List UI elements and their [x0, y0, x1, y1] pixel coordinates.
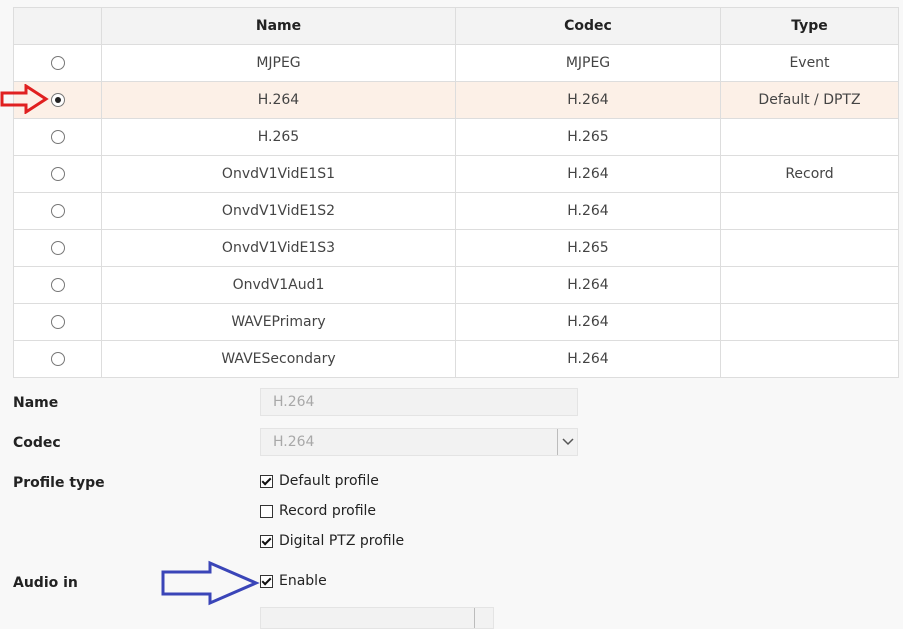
table-row[interactable]: OnvdV1VidE1S3 H.265	[13, 229, 899, 267]
record-profile-checkbox[interactable]	[260, 504, 273, 518]
digital-ptz-profile-checkbox[interactable]	[260, 534, 273, 548]
row-name: OnvdV1VidE1S1	[101, 155, 456, 193]
row-name: H.264	[101, 81, 456, 119]
type-column-header: Type	[720, 7, 899, 45]
stream-profiles-table: Name Codec Type MJPEG MJPEG Event H.264 …	[13, 7, 899, 378]
codec-column-header: Codec	[455, 7, 721, 45]
row-name: OnvdV1VidE1S3	[101, 229, 456, 267]
chevron-down-icon[interactable]	[557, 429, 577, 455]
table-row[interactable]: MJPEG MJPEG Event	[13, 44, 899, 82]
row-name: OnvdV1Aud1	[101, 266, 456, 304]
row-radio-cell[interactable]	[13, 266, 102, 304]
row-radio[interactable]	[50, 241, 65, 255]
codec-select-value: H.264	[273, 434, 315, 450]
select-column-header	[13, 7, 102, 45]
table-header-row: Name Codec Type	[13, 7, 899, 45]
row-name: WAVEPrimary	[101, 303, 456, 341]
row-type	[720, 192, 899, 230]
row-radio[interactable]	[50, 278, 65, 292]
row-codec: H.265	[455, 118, 721, 156]
row-radio[interactable]	[50, 315, 65, 329]
row-codec: H.265	[455, 229, 721, 267]
table-row[interactable]: WAVESecondary H.264	[13, 340, 899, 378]
codec-label: Codec	[13, 435, 61, 451]
row-codec: H.264	[455, 192, 721, 230]
default-profile-option[interactable]: Default profile	[260, 473, 379, 489]
default-profile-checkbox[interactable]	[260, 474, 273, 488]
chevron-down-icon[interactable]	[474, 608, 493, 628]
record-profile-option[interactable]: Record profile	[260, 503, 376, 519]
table-row[interactable]: H.265 H.265	[13, 118, 899, 156]
row-codec: H.264	[455, 155, 721, 193]
right-arrow-icon	[0, 84, 49, 114]
audio-enable-option[interactable]: Enable	[260, 573, 327, 589]
row-type	[720, 266, 899, 304]
row-radio-cell[interactable]	[13, 192, 102, 230]
row-type	[720, 118, 899, 156]
table-row[interactable]: OnvdV1VidE1S1 H.264 Record	[13, 155, 899, 193]
row-radio[interactable]	[50, 204, 65, 218]
row-radio[interactable]	[50, 130, 65, 144]
table-row[interactable]: OnvdV1Aud1 H.264	[13, 266, 899, 304]
row-type: Event	[720, 44, 899, 82]
table-row[interactable]: WAVEPrimary H.264	[13, 303, 899, 341]
row-codec: MJPEG	[455, 44, 721, 82]
row-radio[interactable]	[50, 167, 65, 181]
audio-enable-checkbox[interactable]	[260, 574, 273, 588]
table-row[interactable]: OnvdV1VidE1S2 H.264	[13, 192, 899, 230]
record-profile-label: Record profile	[279, 503, 377, 519]
digital-ptz-profile-option[interactable]: Digital PTZ profile	[260, 533, 404, 549]
default-profile-label: Default profile	[279, 473, 379, 489]
row-type	[720, 303, 899, 341]
row-name: OnvdV1VidE1S2	[101, 192, 456, 230]
row-type: Default / DPTZ	[720, 81, 899, 119]
right-arrow-icon	[161, 560, 260, 606]
row-radio-cell[interactable]	[13, 303, 102, 341]
row-radio-cell[interactable]	[13, 118, 102, 156]
profile-type-label: Profile type	[13, 475, 105, 491]
digital-ptz-profile-label: Digital PTZ profile	[279, 533, 405, 549]
row-radio[interactable]	[50, 352, 65, 366]
audio-source-select[interactable]	[260, 607, 494, 629]
codec-select[interactable]: H.264	[260, 428, 578, 456]
name-label: Name	[13, 395, 59, 411]
row-type	[720, 340, 899, 378]
row-radio-cell[interactable]	[13, 340, 102, 378]
audio-enable-label: Enable	[279, 573, 327, 589]
row-type	[720, 229, 899, 267]
row-radio-cell[interactable]	[13, 155, 102, 193]
row-type: Record	[720, 155, 899, 193]
row-name: MJPEG	[101, 44, 456, 82]
table-row-selected[interactable]: H.264 H.264 Default / DPTZ	[13, 81, 899, 119]
row-codec: H.264	[455, 303, 721, 341]
row-radio-cell[interactable]	[13, 229, 102, 267]
row-codec: H.264	[455, 340, 721, 378]
row-codec: H.264	[455, 81, 721, 119]
name-input[interactable]	[260, 388, 578, 416]
row-name: WAVESecondary	[101, 340, 456, 378]
row-name: H.265	[101, 118, 456, 156]
row-radio[interactable]	[50, 56, 65, 70]
name-column-header: Name	[101, 7, 456, 45]
audio-in-label: Audio in	[13, 575, 78, 591]
row-radio-selected[interactable]	[50, 93, 65, 107]
row-codec: H.264	[455, 266, 721, 304]
row-radio-cell[interactable]	[13, 44, 102, 82]
